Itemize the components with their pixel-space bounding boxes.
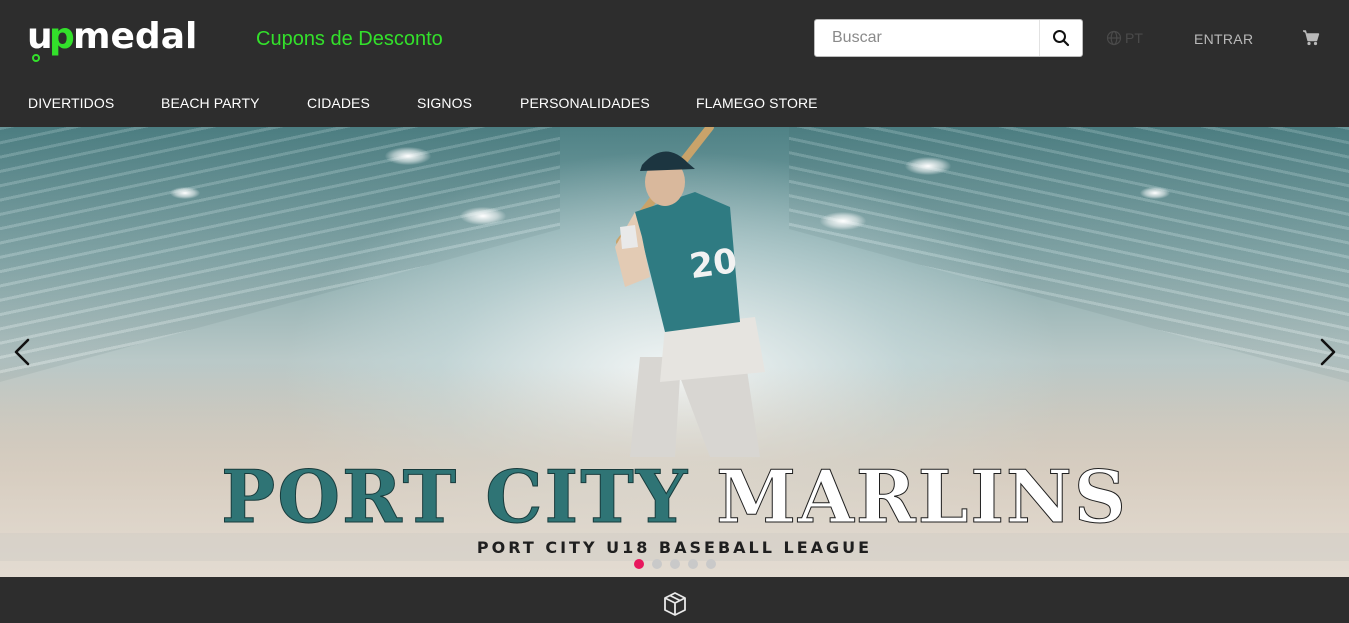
carousel-dot[interactable] [634,559,644,569]
chevron-left-icon [14,338,30,366]
features-strip [0,577,1349,623]
hero-title: PORT CITY MARLINS [0,454,1349,539]
baseball-player-image: 20 [615,127,765,457]
globe-icon [1106,30,1122,46]
main-nav: DIVERTIDOS BEACH PARTY CIDADES SIGNOS PE… [0,78,1349,127]
carousel-dot[interactable] [688,559,698,569]
svg-text:p: p [49,16,75,57]
hero-subtitle: PORT CITY U18 BASEBALL LEAGUE [476,538,873,557]
hero-title-part1: PORT CITY [221,454,690,539]
upmedal-logo-icon: u p medal [27,16,197,62]
cart-button[interactable] [1302,30,1320,51]
carousel-prev-button[interactable] [8,337,38,367]
hero-carousel[interactable]: 20 PORT CITY MARLINS PORT CITY U18 BASEB… [0,127,1349,577]
jersey-number: 20 [687,241,739,287]
box-icon [664,592,686,616]
nav-item-flamego-store[interactable]: FLAMEGO STORE [696,95,818,111]
nav-item-personalidades[interactable]: PERSONALIDADES [520,95,650,111]
search-icon [1053,30,1070,47]
carousel-dot[interactable] [670,559,680,569]
cart-icon [1303,30,1320,46]
nav-item-signos[interactable]: SIGNOS [417,95,472,111]
carousel-dot[interactable] [706,559,716,569]
brand-logo[interactable]: u p medal [27,14,203,64]
nav-item-cidades[interactable]: CIDADES [307,95,370,111]
carousel-next-button[interactable] [1312,337,1342,367]
hero-title-part2: MARLINS [716,454,1128,539]
search-button[interactable] [1039,20,1082,56]
coupons-link[interactable]: Cupons de Desconto [256,28,443,51]
language-selector[interactable]: PT [1106,30,1143,46]
nav-item-beach-party[interactable]: BEACH PARTY [161,95,260,111]
login-link[interactable]: ENTRAR [1194,31,1253,47]
search-input[interactable] [815,20,1039,56]
nav-item-divertidos[interactable]: DIVERTIDOS [28,95,114,111]
svg-text:medal: medal [73,16,197,57]
top-header: u p medal Cupons de Desconto PT ENTRAR [0,0,1349,78]
language-label: PT [1125,30,1143,46]
carousel-dot[interactable] [652,559,662,569]
carousel-pagination [634,559,716,569]
chevron-right-icon [1320,338,1336,366]
search-box [814,19,1083,57]
